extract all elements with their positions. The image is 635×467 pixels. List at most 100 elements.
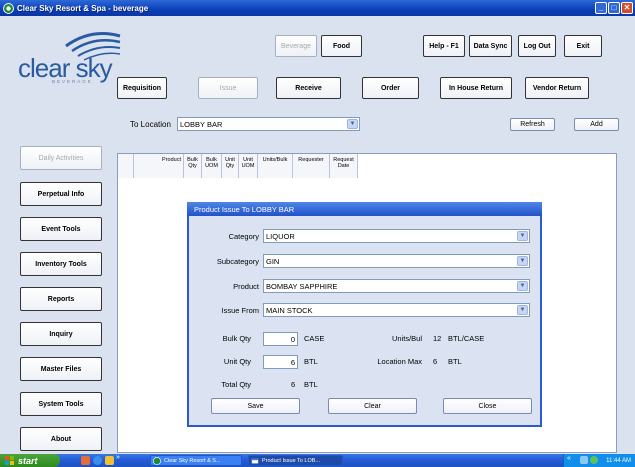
total-qty-uom: BTL bbox=[304, 380, 318, 389]
units-bul-uom: BTL/CASE bbox=[448, 334, 485, 343]
close-button[interactable]: Close bbox=[443, 398, 532, 414]
tray-network-icon[interactable] bbox=[580, 456, 588, 464]
product-value: BOMBAY SAPPHIRE bbox=[266, 281, 338, 291]
sidebar-item-daily-activities[interactable]: Daily Activities bbox=[20, 146, 102, 170]
category-label: Category bbox=[228, 232, 259, 241]
taskbar-item-product-issue[interactable]: Product Issue To LOB... bbox=[248, 455, 343, 466]
grid-row-header bbox=[118, 154, 134, 178]
help-button[interactable]: Help - F1 bbox=[423, 35, 465, 57]
sidebar-item-about[interactable]: About bbox=[20, 427, 102, 451]
sidebar-item-inquiry[interactable]: Inquiry bbox=[20, 322, 102, 346]
taskbar-item-label: Product Issue To LOB... bbox=[262, 457, 320, 464]
window-title: Clear Sky Resort & Spa - beverage bbox=[17, 3, 149, 13]
sidebar-item-inventory-tools[interactable]: Inventory Tools bbox=[20, 252, 102, 276]
grid-col-unit-uom[interactable]: Unit UOM bbox=[239, 154, 258, 178]
clock: 11:44 AM bbox=[606, 457, 631, 464]
receive-button[interactable]: Receive bbox=[276, 77, 341, 99]
windows-flag-icon bbox=[5, 456, 14, 465]
grid-col-unit-qty[interactable]: Unit Qty bbox=[222, 154, 239, 178]
sidebar-item-system-tools[interactable]: System Tools bbox=[20, 392, 102, 416]
issue-from-select[interactable]: MAIN STOCK ▼ bbox=[263, 303, 530, 317]
start-button[interactable]: start bbox=[0, 454, 60, 467]
total-qty-value: 6 bbox=[291, 380, 296, 389]
order-button[interactable]: Order bbox=[362, 77, 419, 99]
issue-from-label: Issue From bbox=[221, 306, 259, 315]
grid-header: Product Bulk Qty Bulk UOM Unit Qty Unit … bbox=[118, 154, 358, 178]
close-window-button[interactable]: ✕ bbox=[621, 2, 633, 14]
app-client-area: clear sky BEVERAGE Beverage Food Help - … bbox=[0, 16, 635, 454]
grid-col-request-date[interactable]: Request Date bbox=[330, 154, 358, 178]
to-location-value: LOBBY BAR bbox=[180, 119, 223, 129]
bulk-uom-text: CASE bbox=[304, 334, 325, 343]
chevron-down-icon[interactable]: ▼ bbox=[517, 305, 528, 315]
location-max-label: Location Max bbox=[377, 357, 422, 366]
in-house-return-button[interactable]: In House Return bbox=[440, 77, 512, 99]
taskbar: start » Clear Sky Resort & S... Product … bbox=[0, 454, 635, 467]
refresh-button[interactable]: Refresh bbox=[510, 118, 555, 131]
requisition-button[interactable]: Requisition bbox=[117, 77, 167, 99]
bulk-qty-label: Bulk Qty bbox=[222, 334, 251, 343]
subcategory-select[interactable]: GIN ▼ bbox=[263, 254, 530, 268]
clear-button[interactable]: Clear bbox=[328, 398, 417, 414]
window-icon bbox=[251, 458, 259, 464]
chevron-down-icon[interactable]: ▼ bbox=[517, 256, 528, 266]
grid-col-units-bulk[interactable]: Units/Bulk bbox=[258, 154, 293, 178]
start-label: start bbox=[18, 455, 38, 466]
units-bul-label: Units/Bul bbox=[391, 334, 422, 343]
unit-qty-label: Unit Qty bbox=[223, 357, 251, 366]
logo-subtitle: BEVERAGE bbox=[52, 79, 93, 84]
product-label: Product bbox=[233, 282, 259, 291]
issue-button[interactable]: Issue bbox=[198, 77, 258, 99]
location-max-uom: BTL bbox=[448, 357, 462, 366]
units-bul-value: 12 bbox=[433, 334, 442, 343]
taskbar-item-clear-sky[interactable]: Clear Sky Resort & S... bbox=[150, 455, 242, 466]
to-location-select[interactable]: LOBBY BAR ▼ bbox=[177, 117, 360, 131]
category-select[interactable]: LIQUOR ▼ bbox=[263, 229, 530, 243]
location-max-value: 6 bbox=[433, 357, 438, 366]
tray-expand-icon[interactable]: « bbox=[567, 455, 571, 462]
grid-col-bulk-uom[interactable]: Bulk UOM bbox=[202, 154, 222, 178]
bulk-qty-input[interactable]: 0 bbox=[263, 332, 298, 346]
unit-qty-input[interactable]: 6 bbox=[263, 355, 298, 369]
product-select[interactable]: BOMBAY SAPPHIRE ▼ bbox=[263, 279, 530, 293]
taskbar-item-label: Clear Sky Resort & S... bbox=[164, 457, 221, 464]
taskbar-overflow[interactable]: » bbox=[116, 454, 120, 461]
sidebar-item-master-files[interactable]: Master Files bbox=[20, 357, 102, 381]
subcategory-value: GIN bbox=[266, 256, 280, 266]
grid-col-product[interactable]: Product bbox=[134, 154, 184, 178]
unit-uom-text: BTL bbox=[304, 357, 318, 366]
beverage-button[interactable]: Beverage bbox=[275, 35, 317, 57]
to-location-label: To Location bbox=[130, 120, 171, 129]
chevron-down-icon[interactable]: ▼ bbox=[347, 119, 358, 129]
quicklaunch-app-icon[interactable] bbox=[81, 456, 90, 465]
vendor-return-button[interactable]: Vendor Return bbox=[525, 77, 589, 99]
grid-col-requester[interactable]: Requester bbox=[293, 154, 330, 178]
app-icon bbox=[3, 2, 14, 14]
quicklaunch-browser-icon[interactable] bbox=[93, 456, 102, 465]
food-button[interactable]: Food bbox=[321, 35, 362, 57]
minimize-button[interactable]: _ bbox=[595, 2, 607, 14]
log-out-button[interactable]: Log Out bbox=[518, 35, 556, 57]
exit-button[interactable]: Exit bbox=[564, 35, 602, 57]
grid-col-bulk-qty[interactable]: Bulk Qty bbox=[184, 154, 202, 178]
category-value: LIQUOR bbox=[266, 231, 295, 241]
sidebar-item-perpetual-info[interactable]: Perpetual Info bbox=[20, 182, 102, 206]
window-titlebar: Clear Sky Resort & Spa - beverage _ □ ✕ bbox=[0, 0, 635, 16]
app-icon bbox=[153, 457, 161, 465]
save-button[interactable]: Save bbox=[211, 398, 300, 414]
quicklaunch-folder-icon[interactable] bbox=[105, 456, 114, 465]
add-button[interactable]: Add bbox=[574, 118, 619, 131]
window-controls: _ □ ✕ bbox=[595, 2, 633, 14]
product-issue-dialog: Product Issue To LOBBY BAR Category LIQU… bbox=[187, 202, 542, 427]
system-tray: « 11:44 AM bbox=[563, 454, 635, 467]
data-sync-button[interactable]: Data Sync bbox=[469, 35, 512, 57]
chevron-down-icon[interactable]: ▼ bbox=[517, 231, 528, 241]
sidebar-item-reports[interactable]: Reports bbox=[20, 287, 102, 311]
dialog-title: Product Issue To LOBBY BAR bbox=[187, 202, 542, 216]
total-qty-label: Total Qty bbox=[221, 380, 251, 389]
sidebar-item-event-tools[interactable]: Event Tools bbox=[20, 217, 102, 241]
tray-status-icon[interactable] bbox=[590, 456, 598, 464]
maximize-button[interactable]: □ bbox=[608, 2, 620, 14]
chevron-down-icon[interactable]: ▼ bbox=[517, 281, 528, 291]
issue-from-value: MAIN STOCK bbox=[266, 305, 313, 315]
